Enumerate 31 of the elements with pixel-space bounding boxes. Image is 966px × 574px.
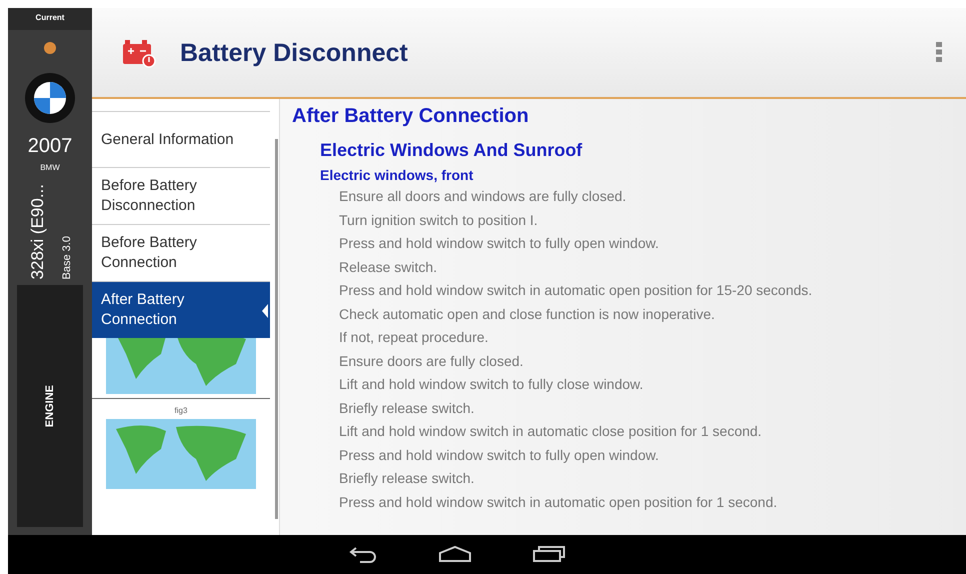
step-text: Press and hold window switch to fully open window. <box>339 446 660 465</box>
figure-caption: fig3 <box>174 405 188 417</box>
step-text: Ensure doors are fully closed. <box>339 352 524 371</box>
procedure-heading: Electric windows, front <box>320 166 474 185</box>
step-text: Lift and hold window switch in automatic close position for 1 second. <box>339 422 763 441</box>
battery-icon <box>122 38 156 68</box>
step-text: Briefly release switch. <box>339 469 476 488</box>
step-text: Press and hold window switch to fully open window. <box>339 234 660 253</box>
step-text: Briefly release switch. <box>339 398 476 418</box>
step-text: Check automatic open and close function is now inoperative. <box>339 304 716 324</box>
subsection-title: Electric Windows And Sunroof <box>320 139 584 161</box>
step-text: Press and hold window switch in automatic open position for 1 second. <box>339 492 778 512</box>
caret-icon <box>262 304 268 318</box>
step-text: Lift and hold window switch to fully close window. <box>339 375 644 394</box>
step-text: Release switch. <box>339 258 438 276</box>
engine-button[interactable]: ENGINE <box>17 285 83 527</box>
make-text: BMW <box>40 162 60 174</box>
year-text: 2007 <box>28 136 72 156</box>
step-text: Press and hold window switch in automatic open position for 15-20 seconds. <box>339 281 814 300</box>
engine-text: Base 3.0 <box>60 235 74 280</box>
overflow-menu-icon[interactable] <box>936 40 942 64</box>
step-text: If not, repeat procedure. <box>339 328 490 347</box>
status-dot <box>44 42 56 54</box>
page-title: Battery Disconnect <box>180 38 409 68</box>
status-label: Current <box>8 8 92 30</box>
model-text: 328xi (E90... <box>27 184 48 280</box>
step-text: Ensure all doors and windows are fully closed. <box>339 187 628 206</box>
step-text: Turn ignition switch to position I. <box>339 210 539 230</box>
section-item[interactable]: After Battery Connection <box>92 281 270 338</box>
car-logo <box>24 72 76 124</box>
section-title: After Battery Connection <box>292 104 530 129</box>
